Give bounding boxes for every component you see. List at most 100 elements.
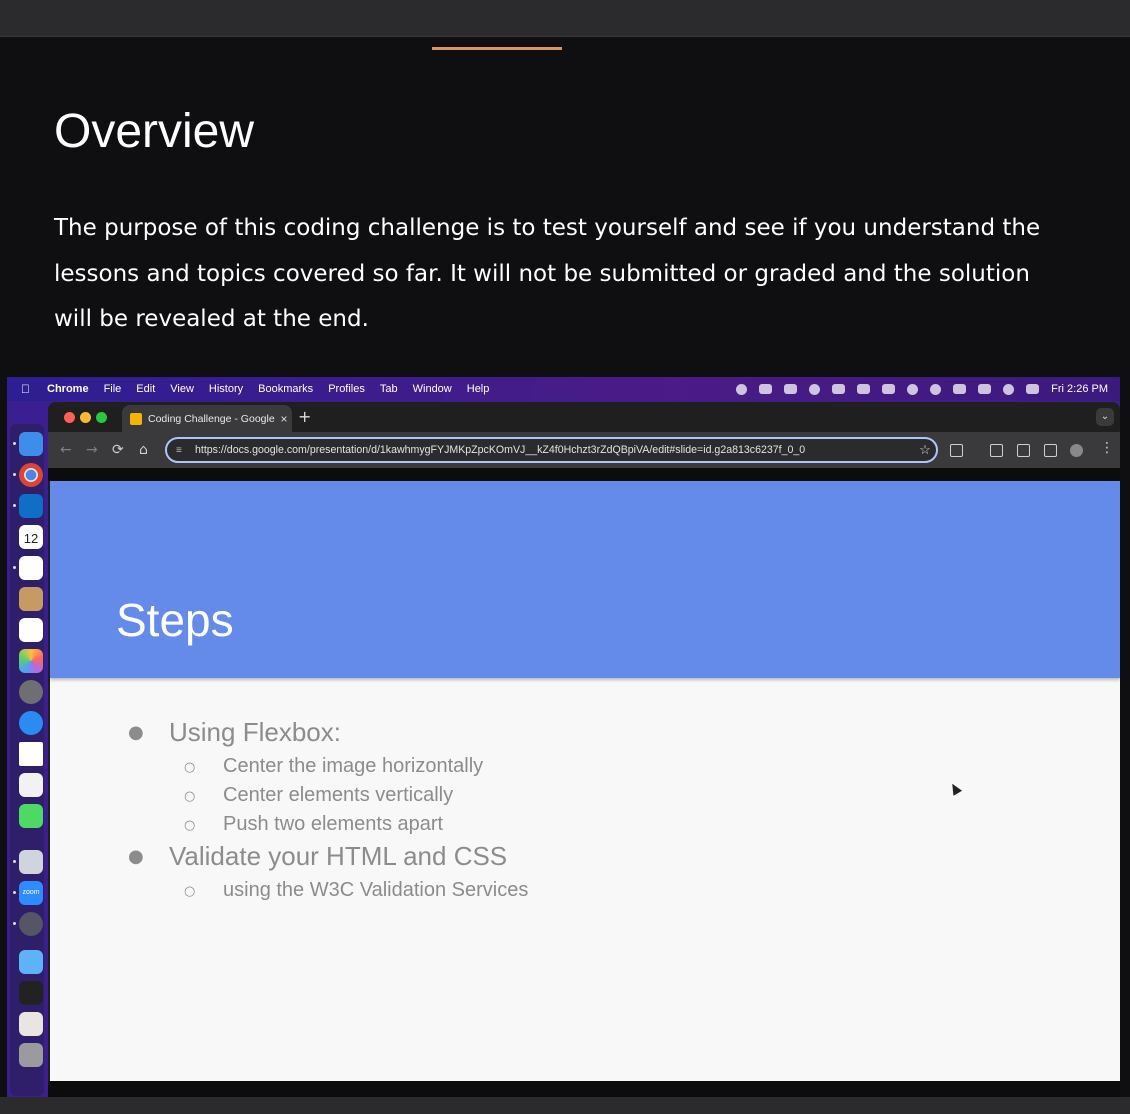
menu-bar-status-area: Fri 2:26 PM: [736, 377, 1108, 401]
cloud-app-icon[interactable]: [784, 384, 798, 394]
quicktime-icon[interactable]: [19, 912, 43, 936]
reload-button[interactable]: ⟳: [112, 441, 124, 459]
new-tab-button[interactable]: +: [298, 407, 311, 426]
close-window-button[interactable]: [64, 412, 75, 423]
menu-window[interactable]: Window: [413, 383, 452, 395]
calendar-icon[interactable]: 12: [19, 525, 43, 549]
bookmark-star-icon[interactable]: ☆: [914, 442, 936, 458]
top-bar: [0, 0, 1130, 37]
sub-bullet-mark: ○: [184, 818, 196, 833]
sub-bullet-item: Center elements vertically: [223, 784, 454, 806]
dock: 12 zoom: [10, 424, 44, 1096]
running-indicator: [13, 473, 16, 476]
control-center-icon[interactable]: [1026, 384, 1040, 394]
time-machine-icon[interactable]: [907, 383, 919, 395]
progress-indicator: [432, 47, 562, 50]
slack-icon[interactable]: [19, 556, 43, 580]
battery-icon[interactable]: [953, 384, 967, 394]
close-tab-icon[interactable]: ×: [276, 412, 292, 426]
lesson-paragraph: The purpose of this coding challenge is …: [54, 215, 1041, 332]
extensions-icon[interactable]: [950, 444, 963, 457]
textedit-icon[interactable]: [19, 773, 43, 797]
contacts-icon[interactable]: [19, 587, 43, 611]
slide-title: Steps: [116, 594, 234, 646]
sub-bullet-mark: ○: [184, 760, 196, 775]
macos-menu-bar:  Chrome File Edit View History Bookmark…: [7, 377, 1120, 401]
notes-icon[interactable]: [832, 384, 846, 394]
cc-icon[interactable]: [809, 383, 821, 395]
messages-icon[interactable]: [19, 804, 43, 828]
browser-bottom-edge: [48, 1081, 1120, 1097]
forward-button[interactable]: →: [86, 441, 98, 459]
wifi-icon[interactable]: [978, 384, 992, 394]
zoom-icon[interactable]: zoom: [19, 881, 43, 905]
zoom-window-button[interactable]: [96, 412, 107, 423]
sub-bullet-item: Push two elements apart: [223, 813, 444, 835]
bullet-mark: ●: [128, 722, 144, 743]
photos-icon[interactable]: [19, 649, 43, 673]
sub-bullet-item: Center the image horizontally: [223, 755, 484, 777]
running-indicator: [13, 860, 16, 863]
tab-title: Coding Challenge - Google Slides: [148, 412, 276, 425]
reading-list-icon[interactable]: [990, 444, 1003, 457]
chrome-icon[interactable]: [19, 463, 43, 487]
menu-help[interactable]: Help: [467, 383, 490, 395]
preview-icon[interactable]: [19, 850, 43, 874]
running-indicator: [13, 891, 16, 894]
bullet-mark: ●: [128, 846, 144, 867]
terminal-icon[interactable]: [19, 981, 43, 1005]
bluetooth-icon[interactable]: [882, 384, 896, 394]
safari-icon[interactable]: [19, 711, 43, 735]
full-sail-icon[interactable]: [19, 742, 43, 766]
running-indicator: [13, 504, 16, 507]
bullet-item: Using Flexbox:: [169, 717, 341, 747]
image-file-icon[interactable]: [19, 1012, 43, 1036]
bottom-bar: [0, 1097, 1130, 1114]
sub-bullet-mark: ○: [184, 884, 196, 899]
trash-icon[interactable]: [19, 1043, 43, 1067]
vscode-icon[interactable]: [19, 494, 43, 518]
focus-icon[interactable]: [930, 383, 942, 395]
minimize-window-button[interactable]: [80, 412, 91, 423]
profile-avatar[interactable]: [1070, 444, 1083, 457]
folder-icon[interactable]: [19, 950, 43, 974]
reminders-icon[interactable]: [19, 618, 43, 642]
running-indicator: [13, 442, 16, 445]
apple-menu-icon[interactable]: : [21, 382, 35, 396]
downloads-icon[interactable]: [1017, 444, 1030, 457]
mouse-cursor-icon: [947, 781, 963, 796]
menu-bar-clock[interactable]: Fri 2:26 PM: [1051, 383, 1108, 395]
menu-history[interactable]: History: [209, 383, 243, 395]
sub-bullet-item: using the W3C Validation Services: [223, 879, 529, 901]
system-settings-icon[interactable]: [19, 680, 43, 704]
chrome-window: Coding Challenge - Google Slides × + ⌄ ←…: [48, 402, 1120, 1097]
cloud-icon[interactable]: [759, 384, 773, 394]
menu-file[interactable]: File: [104, 383, 122, 395]
menu-bookmarks[interactable]: Bookmarks: [258, 383, 313, 395]
home-button[interactable]: ⌂: [139, 441, 148, 459]
slides-favicon-icon: [130, 412, 142, 425]
chrome-menu-icon[interactable]: ⋮: [1100, 440, 1114, 456]
menu-profiles[interactable]: Profiles: [328, 383, 365, 395]
tab-coding-challenge[interactable]: Coding Challenge - Google Slides ×: [122, 405, 292, 432]
menu-view[interactable]: View: [170, 383, 194, 395]
lesson-title: Overview: [54, 105, 255, 158]
address-url[interactable]: https://docs.google.com/presentation/d/1…: [195, 444, 914, 456]
embedded-screenshot:  Chrome File Edit View History Bookmark…: [7, 377, 1120, 1097]
sub-bullet-mark: ○: [184, 789, 196, 804]
finder-icon[interactable]: [19, 432, 43, 456]
presentation-slide: Steps ● Using Flexbox: ○ Center the imag…: [50, 481, 1120, 1081]
moon-icon[interactable]: [736, 383, 748, 395]
menu-chrome[interactable]: Chrome: [47, 383, 89, 395]
back-button[interactable]: ←: [60, 441, 72, 459]
spotlight-icon[interactable]: [1003, 383, 1015, 395]
menu-edit[interactable]: Edit: [136, 383, 155, 395]
slide-header: Steps: [50, 481, 1120, 678]
bullet-item: Validate your HTML and CSS: [169, 841, 508, 871]
glasses-icon[interactable]: [857, 384, 871, 394]
menu-tab[interactable]: Tab: [380, 383, 398, 395]
address-bar[interactable]: ≡ https://docs.google.com/presentation/d…: [165, 437, 938, 463]
site-info-icon[interactable]: ≡: [176, 445, 188, 456]
tab-search-button[interactable]: ⌄: [1096, 408, 1114, 426]
side-panel-icon[interactable]: [1044, 444, 1057, 457]
